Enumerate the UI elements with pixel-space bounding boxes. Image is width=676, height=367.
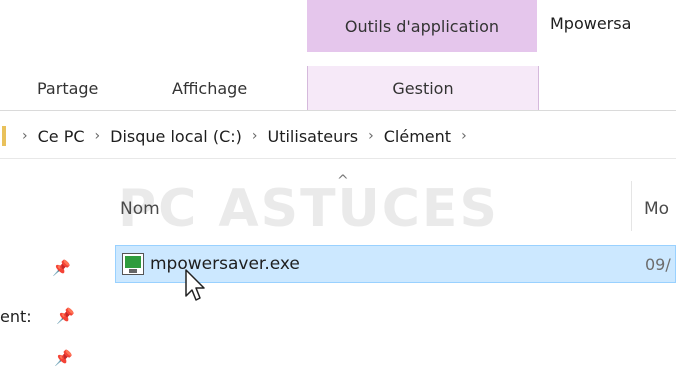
chevron-right-icon[interactable]: ›: [16, 128, 34, 144]
tab-gestion[interactable]: Gestion: [307, 66, 539, 110]
window-title: Mpowersa: [550, 14, 632, 33]
ribbon-header: Outils d'application Mpowersa: [0, 0, 676, 66]
chevron-right-icon[interactable]: ›: [89, 128, 107, 144]
nav-item-truncated[interactable]: ent:: [0, 307, 32, 326]
column-divider[interactable]: [631, 181, 632, 231]
tab-partage-label: Partage: [37, 78, 99, 98]
file-list-pane: PC ASTUCES ^ Nom Mo 📌 ent: 📌 📌 mpowersav…: [0, 159, 676, 367]
tab-gestion-label: Gestion: [392, 78, 454, 98]
pin-icon[interactable]: 📌: [56, 307, 75, 325]
context-tab-header: Outils d'application: [307, 0, 537, 52]
mouse-cursor-icon: [185, 269, 205, 301]
breadcrumb-disque-local[interactable]: Disque local (C:): [106, 127, 246, 146]
column-header-modified[interactable]: Mo: [644, 199, 669, 219]
breadcrumb-ce-pc[interactable]: Ce PC: [34, 127, 89, 146]
chevron-right-icon[interactable]: ›: [246, 128, 264, 144]
chevron-right-icon[interactable]: ›: [455, 128, 473, 144]
tab-partage[interactable]: Partage: [37, 66, 98, 110]
pin-icon[interactable]: 📌: [54, 349, 73, 367]
sort-ascending-icon: ^: [337, 173, 349, 189]
file-date-modified: 09/: [645, 254, 671, 274]
address-bar[interactable]: › Ce PC › Disque local (C:) › Utilisateu…: [0, 114, 676, 159]
chevron-right-icon[interactable]: ›: [362, 128, 380, 144]
watermark-logo: PC ASTUCES: [118, 179, 499, 239]
breadcrumb-utilisateurs[interactable]: Utilisateurs: [264, 127, 363, 146]
column-header-name[interactable]: Nom: [120, 199, 160, 219]
tab-affichage-label: Affichage: [172, 78, 248, 98]
breadcrumb-clement[interactable]: Clément: [380, 127, 455, 146]
file-name: mpowersaver.exe: [150, 254, 300, 274]
context-tab-header-label: Outils d'application: [344, 16, 500, 36]
pin-icon[interactable]: 📌: [52, 259, 71, 277]
ribbon-tab-row: Partage Affichage Gestion: [0, 66, 676, 111]
folder-icon: [2, 126, 6, 146]
tab-affichage[interactable]: Affichage: [172, 66, 247, 110]
application-icon: [122, 253, 144, 275]
